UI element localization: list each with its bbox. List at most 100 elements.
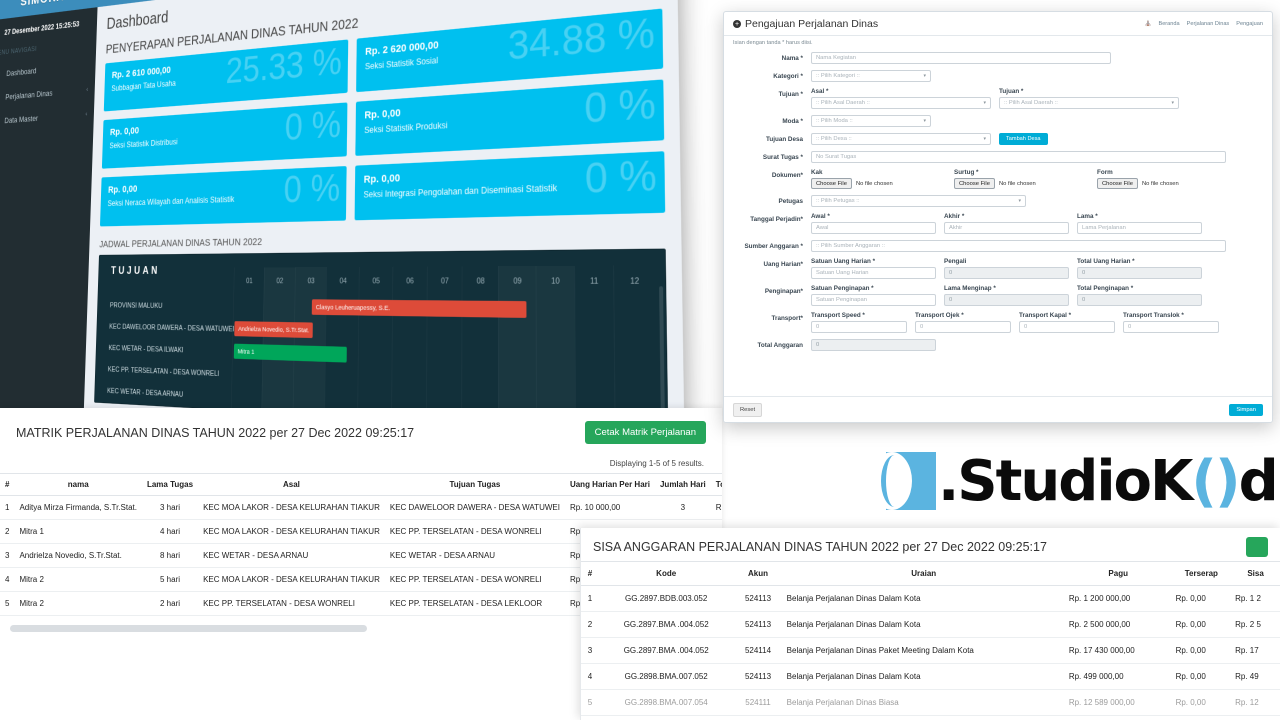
kpi-percent: 0 % <box>283 166 341 211</box>
file-input-kak[interactable]: Choose File No file chosen <box>811 178 946 189</box>
table-cell: Belanja Perjalanan Dinas Dalam Kota <box>782 585 1065 612</box>
input-transport-translok[interactable]: 0 <box>1123 321 1219 333</box>
table-cell: GG.2898.BMA.007.052 <box>599 663 734 690</box>
column-header: Asal <box>198 473 385 496</box>
gantt-chart: TUJUAN 01 02 03 04 05 06 07 08 09 10 11 12 Clasyo Le… <box>94 248 669 435</box>
input-lama-perjalanan[interactable]: Lama Perjalanan <box>1077 222 1202 234</box>
select-tujuan-desa[interactable]: :: Pilih Desa :: <box>811 133 991 145</box>
choose-file-button[interactable]: Choose File <box>811 178 852 189</box>
table-cell: 1 <box>581 585 599 612</box>
input-nama[interactable]: Nama Kegiatan <box>811 52 1111 64</box>
label-surat-tugas: Surat Tugas * <box>762 153 803 161</box>
table-cell: KEC MOA LAKOR - DESA KELURAHAN TIAKUR <box>198 519 385 544</box>
cetak-sisa-button[interactable] <box>1246 537 1268 557</box>
gantt-column-label: 05 <box>372 276 380 286</box>
column-header: Tujuan Tugas <box>384 473 565 496</box>
field-row-sumber-anggaran: Sumber Anggaran * :: Pilih Sumber Anggar… <box>724 240 1272 252</box>
table-row[interactable]: 2 GG.2897.BMA .004.052 524113 Belanja Perja… <box>581 611 1280 638</box>
select-petugas[interactable]: :: Pilih Petugas :: <box>811 195 1026 207</box>
table-cell: GG.2897.BDB.003.052 <box>599 585 734 612</box>
table-cell: Rp. 49 <box>1231 663 1280 690</box>
table-cell: 3 <box>654 495 711 520</box>
table-row[interactable]: 5 GG.2898.BMA.007.054 524111 Belanja Perjal… <box>581 689 1280 716</box>
gantt-row-label: PROVINSI MALUKU <box>109 301 163 310</box>
breadcrumb-item-pengajuan: Pengajuan <box>1236 21 1263 27</box>
table-cell: Andrielza Novedio, S.Tr.Stat. <box>14 543 142 568</box>
file-name-label: No file chosen <box>855 180 893 187</box>
table-row[interactable]: 1 Aditya Mirza Firmanda, S.Tr.Stat. 3 hari… <box>0 495 722 520</box>
choose-file-button[interactable]: Choose File <box>1097 178 1138 189</box>
input-tanggal-akhir[interactable]: Akhir <box>944 222 1069 234</box>
table-row[interactable]: 1 GG.2897.BDB.003.052 524113 Belanja Perjal… <box>581 585 1280 612</box>
breadcrumb-item-perjalanan[interactable]: Perjalanan Dinas <box>1187 21 1230 27</box>
form-breadcrumb[interactable]: ⛪ Beranda Perjalanan Dinas Pengajuan <box>1145 21 1264 27</box>
kpi-card: 0 % Rp. 0,00 Seksi Neraca Wilayah dan An… <box>99 166 347 227</box>
table-row[interactable]: 3 GG.2897.BMA .004.052 524114 Belanja Perja… <box>581 637 1280 664</box>
sisa-header-row: # Kode Akun Uraian Pagu Terserap Sisa <box>581 561 1280 586</box>
input-transport-speed[interactable]: 0 <box>811 321 907 333</box>
input-surat-tugas[interactable]: No Surat Tugas <box>811 151 1226 163</box>
input-satuan-uang-harian[interactable]: Satuan Uang Harian <box>811 267 936 279</box>
label-transport-speed: Transport Speed * <box>811 312 865 319</box>
table-cell: 524113 <box>733 611 783 638</box>
table-cell: Rp. 2 5 <box>1231 611 1280 638</box>
gantt-column: 11 <box>573 265 615 432</box>
gantt-scrollbar[interactable] <box>659 286 665 428</box>
table-cell: Rp. 10 000,00 <box>564 495 655 520</box>
sidebar: SIMORA 27 Desember 2022 15:25:53 MENU NA… <box>0 0 99 415</box>
input-transport-ojek[interactable]: 0 <box>915 321 1011 333</box>
kpi-card: 0 % Rp. 0,00 Seksi Statistik Distribusi <box>101 102 348 169</box>
tambah-desa-button[interactable]: Tambah Desa <box>999 133 1048 145</box>
simpan-button[interactable]: Simpan <box>1229 403 1263 416</box>
cetak-matrik-button[interactable]: Cetak Matrik Perjalanan <box>584 421 706 444</box>
input-total-uang-harian: 0 <box>1077 267 1202 279</box>
label-tujuan-daerah: Tujuan * <box>999 88 1024 95</box>
table-cell: KEC MOA LAKOR - DESA KELURAHAN TIAKUR <box>198 495 385 520</box>
table-cell: Aditya Mirza Firmanda, S.Tr.Stat. <box>14 495 142 520</box>
logo-suffix: ding. <box>1238 449 1280 514</box>
label-petugas: Petugas <box>778 197 804 205</box>
input-tanggal-awal[interactable]: Awal <box>811 222 936 234</box>
column-header: Jumlah Hari <box>654 473 711 496</box>
input-pengali[interactable]: 0 <box>944 267 1069 279</box>
table-cell: KEC PP. TERSELATAN - DESA WONRELI <box>384 567 565 592</box>
sisa-table: # Kode Akun Uraian Pagu Terserap Sisa 1 GG.2897… <box>581 561 1280 716</box>
file-name-label: No file chosen <box>998 180 1036 187</box>
matrix-results-count: Displaying 1-5 of 5 results. <box>609 459 704 468</box>
gantt-bar[interactable]: Clasyo Leuheruapessy, S.E. <box>311 299 527 318</box>
table-cell: KEC PP. TERSELATAN - DESA LEKLOOR <box>384 591 565 616</box>
gantt-column: 09 <box>498 266 536 427</box>
file-input-form[interactable]: Choose File No file chosen <box>1097 178 1232 189</box>
input-total-penginapan: 0 <box>1077 294 1202 306</box>
gantt-bar[interactable]: Andrielza Novedio, S.Tr.Stat. <box>234 321 313 339</box>
select-sumber-anggaran[interactable]: :: Pilih Sumber Anggaran :: <box>811 240 1226 252</box>
table-cell: Rp. 1 200 000,00 <box>1064 585 1172 612</box>
choose-file-button[interactable]: Choose File <box>954 178 995 189</box>
horizontal-scrollbar[interactable] <box>10 625 367 632</box>
breadcrumb-item-beranda[interactable]: Beranda <box>1158 21 1179 27</box>
label-total-anggaran: Total Anggaran <box>757 341 803 349</box>
label-satuan-penginapan: Satuan Penginapan * <box>811 285 874 292</box>
select-kategori[interactable]: :: Pilih Kategori :: <box>811 70 931 82</box>
select-moda[interactable]: :: Pilih Moda :: <box>811 115 931 127</box>
field-row-dokumen: Dokumen* Kak Choose File No file chosen … <box>724 169 1272 189</box>
label-kategori: Kategori * <box>773 72 803 80</box>
input-lama-menginap[interactable]: 0 <box>944 294 1069 306</box>
home-icon: ⛪ <box>1144 21 1152 27</box>
reset-button[interactable]: Reset <box>733 402 763 417</box>
select-asal-daerah[interactable]: :: Pilih Asal Daerah :: <box>811 97 991 109</box>
file-input-surtug[interactable]: Choose File No file chosen <box>954 178 1089 189</box>
gantt-column-label: 12 <box>630 276 640 287</box>
gantt-column: 07 <box>425 266 462 423</box>
table-row[interactable]: 4 GG.2898.BMA.007.052 524113 Belanja Perjal… <box>581 663 1280 690</box>
input-transport-kapal[interactable]: 0 <box>1019 321 1115 333</box>
label-transport: Transport* <box>771 314 804 322</box>
input-satuan-penginapan[interactable]: Satuan Penginapan <box>811 294 936 306</box>
gantt-column: 04 <box>324 266 360 417</box>
gantt-column-label: 02 <box>276 276 284 286</box>
label-satuan-uang-harian: Satuan Uang Harian * <box>811 258 876 265</box>
gantt-column: 02 <box>261 267 295 414</box>
sidebar-item-label: Perjalanan Dinas <box>5 88 53 102</box>
select-tujuan-daerah[interactable]: :: Pilih Asal Daerah :: <box>999 97 1179 109</box>
field-row-petugas: Petugas :: Pilih Petugas :: <box>724 195 1272 207</box>
